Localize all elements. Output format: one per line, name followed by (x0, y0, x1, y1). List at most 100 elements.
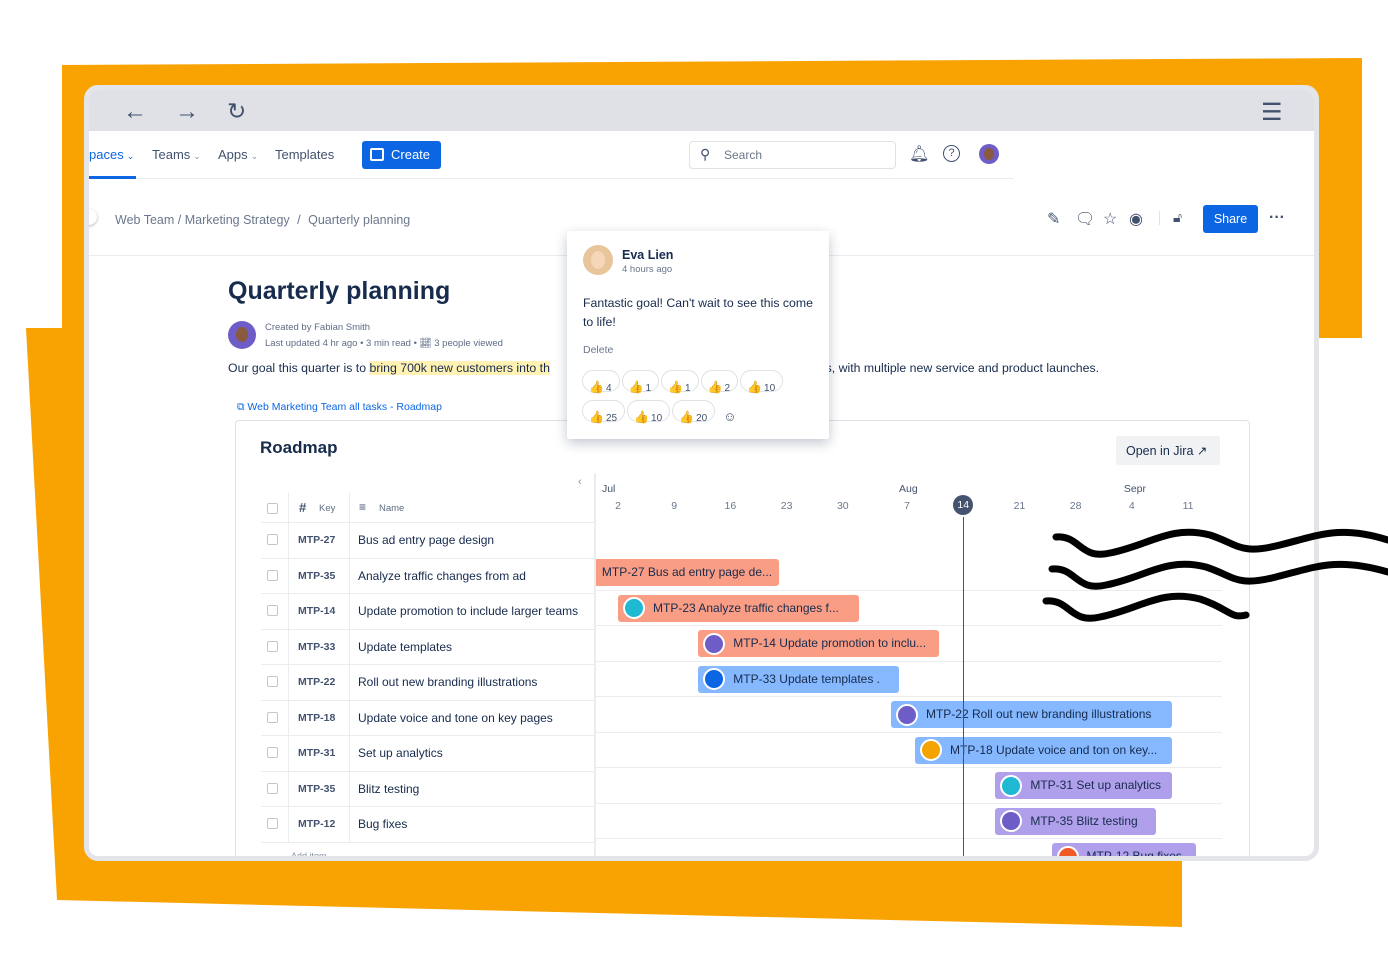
table-row[interactable]: MTP-12 Bug fixes (261, 807, 595, 843)
reaction-thumbs-up[interactable]: 👍 10 (740, 370, 784, 394)
highlighted-comment-text[interactable]: bring 700k new customers into th (369, 361, 550, 375)
search-icon: ⚲ (700, 146, 711, 162)
timeline-bar[interactable]: MTP-12 Bug fixes (1051, 843, 1197, 856)
share-button[interactable]: Share (1203, 205, 1258, 233)
timeline-bar[interactable]: MTP-23 Analyze traffic changes f... (618, 594, 859, 622)
watch-eye-icon[interactable]: ◉ (1129, 209, 1143, 229)
add-item-button[interactable]: Add item (261, 843, 595, 857)
help-icon[interactable]: ? (943, 145, 960, 162)
issue-key[interactable]: MTP-22 (298, 676, 335, 688)
forward-arrow-icon[interactable]: → (175, 98, 199, 126)
table-row[interactable]: MTP-33 Update templates (261, 630, 595, 665)
roadmap-link-label: Web Marketing Team all tasks - Roadmap (247, 401, 442, 413)
reaction-thumbs-up[interactable]: 👍 20 (672, 400, 716, 424)
thumbs-up-icon: 👍 (589, 410, 604, 424)
reaction-thumbs-up[interactable]: 👍 25 (582, 400, 626, 424)
comment-popup: Eva Lien 4 hours ago Fantastic goal! Can… (567, 231, 829, 439)
table-row[interactable]: MTP-22 Roll out new branding illustration… (261, 665, 595, 701)
row-checkbox[interactable] (267, 782, 278, 794)
breadcrumb-quarterly-planning[interactable]: Quarterly planning (308, 213, 410, 227)
nav-apps[interactable]: Apps ⌄ (218, 147, 258, 162)
row-checkbox[interactable] (267, 747, 278, 758)
column-divider (349, 493, 350, 843)
reaction-thumbs-up[interactable]: 👍 1 (661, 370, 699, 394)
assignee-avatar (1000, 774, 1023, 797)
create-button[interactable]: Create (362, 141, 441, 169)
issue-key[interactable]: MTP-33 (298, 641, 335, 653)
table-row[interactable]: MTP-35 Analyze traffic changes from ad (261, 559, 595, 594)
table-row[interactable]: MTP-31 Set up analytics (261, 736, 595, 772)
table-row[interactable]: MTP-35 Blitz testing (261, 772, 595, 807)
breadcrumb-web-team[interactable]: Web Team / (115, 213, 181, 227)
breadcrumb-separator: / (297, 213, 301, 227)
delete-comment-link[interactable]: Delete (583, 344, 613, 356)
issue-key[interactable]: MTP-35 (298, 570, 335, 582)
reaction-thumbs-up[interactable]: 👍 10 (627, 400, 671, 424)
row-checkbox[interactable] (267, 640, 278, 652)
row-checkbox[interactable] (267, 534, 278, 545)
reload-icon[interactable]: ↻ (227, 98, 246, 125)
issue-key[interactable]: MTP-31 (298, 747, 335, 759)
hamburger-menu-icon[interactable]: ☰ (1261, 98, 1283, 127)
table-row[interactable]: MTP-18 Update voice and tone on key pages (261, 701, 595, 736)
timeline-bar[interactable]: MTP-18 Update voice and ton on key... (915, 736, 1172, 764)
issue-key[interactable]: MTP-14 (298, 605, 335, 617)
reaction-count: 4 (605, 383, 612, 394)
timeline-bar[interactable]: MTP-14 Update promotion to inclu... (698, 630, 940, 657)
more-options-icon[interactable]: ··· (1269, 209, 1285, 227)
bar-label: MTP-31 Set up analytics (1030, 778, 1162, 792)
assignee-avatar (895, 703, 918, 726)
row-checkbox[interactable] (267, 818, 278, 829)
row-checkbox[interactable] (267, 711, 278, 723)
timeline-bar[interactable]: MTP-35 Blitz testing (995, 807, 1156, 835)
top-nav: paces ⌄ Teams ⌄ Apps ⌄ Templates Create ⚲ S… (89, 131, 1014, 179)
nav-spaces[interactable]: paces ⌄ (89, 147, 134, 162)
timeline-bar[interactable]: MTP-22 Roll out new branding illustratio… (890, 701, 1172, 728)
reaction-thumbs-up[interactable]: 👍 4 (582, 370, 620, 394)
issue-key[interactable]: MTP-27 (298, 534, 335, 546)
table-row[interactable]: MTP-27 Bus ad entry page design (261, 523, 595, 559)
nav-teams[interactable]: Teams ⌄ (152, 147, 201, 162)
row-checkbox[interactable] (267, 676, 278, 687)
timeline-bar[interactable]: MTP-31 Set up analytics (995, 772, 1172, 799)
row-checkbox[interactable] (267, 605, 278, 616)
add-reaction-icon[interactable]: ☺ (723, 409, 736, 424)
roadmap-link[interactable]: ⧉ Web Marketing Team all tasks - Roadmap (237, 401, 442, 414)
issue-name: Update templates (358, 639, 453, 654)
lines-icon: ≡ (359, 500, 367, 514)
edit-pencil-icon[interactable]: ✎ (1047, 209, 1060, 229)
chevron-down-icon: ⌄ (193, 151, 201, 161)
viewers-count[interactable]: 3 people viewed (434, 338, 503, 349)
thumbs-up-icon: 👍 (628, 380, 644, 394)
timeline-bar[interactable]: MTP-33 Update templates . (698, 665, 899, 693)
issue-key[interactable]: MTP-12 (298, 818, 335, 830)
issue-key[interactable]: MTP-35 (298, 783, 335, 795)
nav-templates[interactable]: Templates (275, 147, 334, 162)
unlock-icon[interactable]: 🔓︎ (1173, 209, 1182, 226)
user-avatar[interactable] (979, 144, 999, 164)
open-in-jira-button[interactable]: Open in Jira ↗ (1116, 436, 1220, 465)
reaction-thumbs-up[interactable]: 👍 2 (700, 370, 739, 394)
bell-icon[interactable]: 🔔︎ (909, 144, 929, 164)
search-input[interactable]: ⚲ Search (689, 141, 896, 169)
comment-icon[interactable]: 🗨︎ (1075, 209, 1095, 229)
sidebar-toggle[interactable] (89, 209, 97, 225)
commenter-avatar (583, 245, 613, 275)
active-tab-indicator (89, 176, 136, 179)
row-checkbox[interactable] (267, 569, 278, 581)
bar-label: MTP-35 Blitz testing (1030, 813, 1138, 828)
bar-label: MTP-23 Analyze traffic changes f... (653, 600, 839, 615)
reaction-count: 10 (651, 413, 663, 424)
table-row[interactable]: MTP-14 Update promotion to include larger… (261, 594, 595, 630)
back-arrow-icon[interactable]: ← (123, 98, 147, 126)
breadcrumb-marketing-strategy[interactable]: Marketing Strategy (185, 213, 290, 227)
select-all-checkbox[interactable] (267, 503, 278, 514)
bar-label: MTP-33 Update templates . (733, 671, 881, 686)
star-icon[interactable]: ☆ (1103, 209, 1117, 229)
page-meta: Last updated 4 hr ago • 3 min read • 📈︎ … (265, 338, 503, 349)
reaction-thumbs-up[interactable]: 👍 1 (621, 370, 660, 394)
timeline-bar[interactable]: MTP-27 Bus ad entry page de... (596, 559, 779, 586)
issue-key[interactable]: MTP-18 (298, 712, 335, 724)
author-avatar (228, 321, 256, 349)
collapse-chevron-icon[interactable]: ‹ (578, 476, 582, 488)
